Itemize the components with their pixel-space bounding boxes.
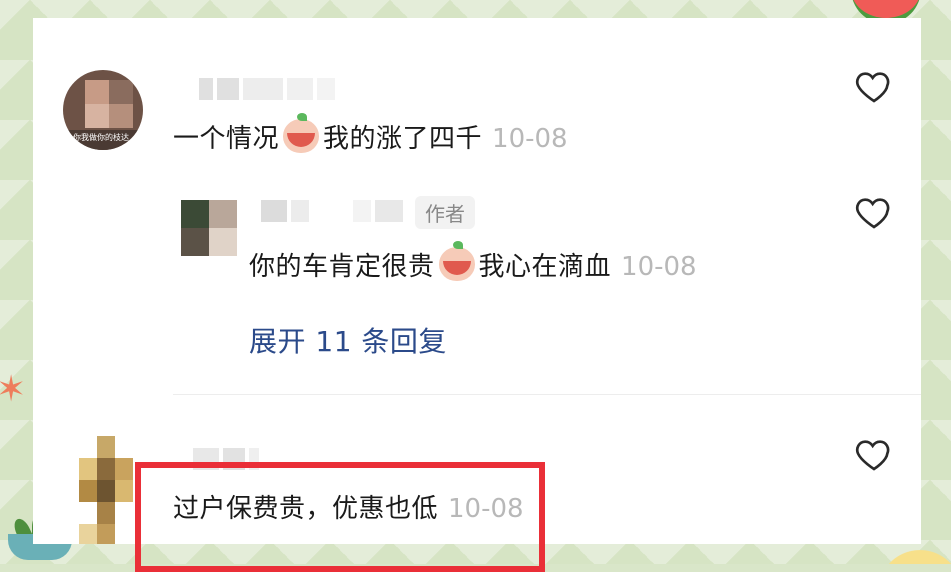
avatar[interactable]: 你我做你的枝达 <box>63 70 143 150</box>
username-blurred[interactable] <box>199 78 339 104</box>
crying-face-emoji <box>283 113 320 153</box>
expand-replies-link[interactable]: 展开 11 条回复 <box>249 320 447 360</box>
comment-text: 一个情况 我的涨了四千 10-08 <box>173 113 568 155</box>
avatar-caption: 你我做你的枝达 <box>73 133 129 142</box>
highlight-box <box>135 462 545 572</box>
comment-time: 10-08 <box>492 124 568 154</box>
crying-face-emoji <box>438 241 475 281</box>
starfish-decoration: ✶ <box>0 369 27 410</box>
divider <box>173 394 921 395</box>
comment-time: 10-08 <box>621 252 697 282</box>
avatar[interactable] <box>181 200 237 256</box>
author-tag: 作者 <box>415 196 475 229</box>
heart-outline-icon[interactable] <box>853 192 895 232</box>
username-blurred[interactable] <box>261 200 407 226</box>
heart-outline-icon[interactable] <box>853 66 895 106</box>
heart-outline-icon[interactable] <box>853 434 895 474</box>
comment-text: 你的车肯定很贵 我心在滴血 10-08 <box>249 241 697 283</box>
